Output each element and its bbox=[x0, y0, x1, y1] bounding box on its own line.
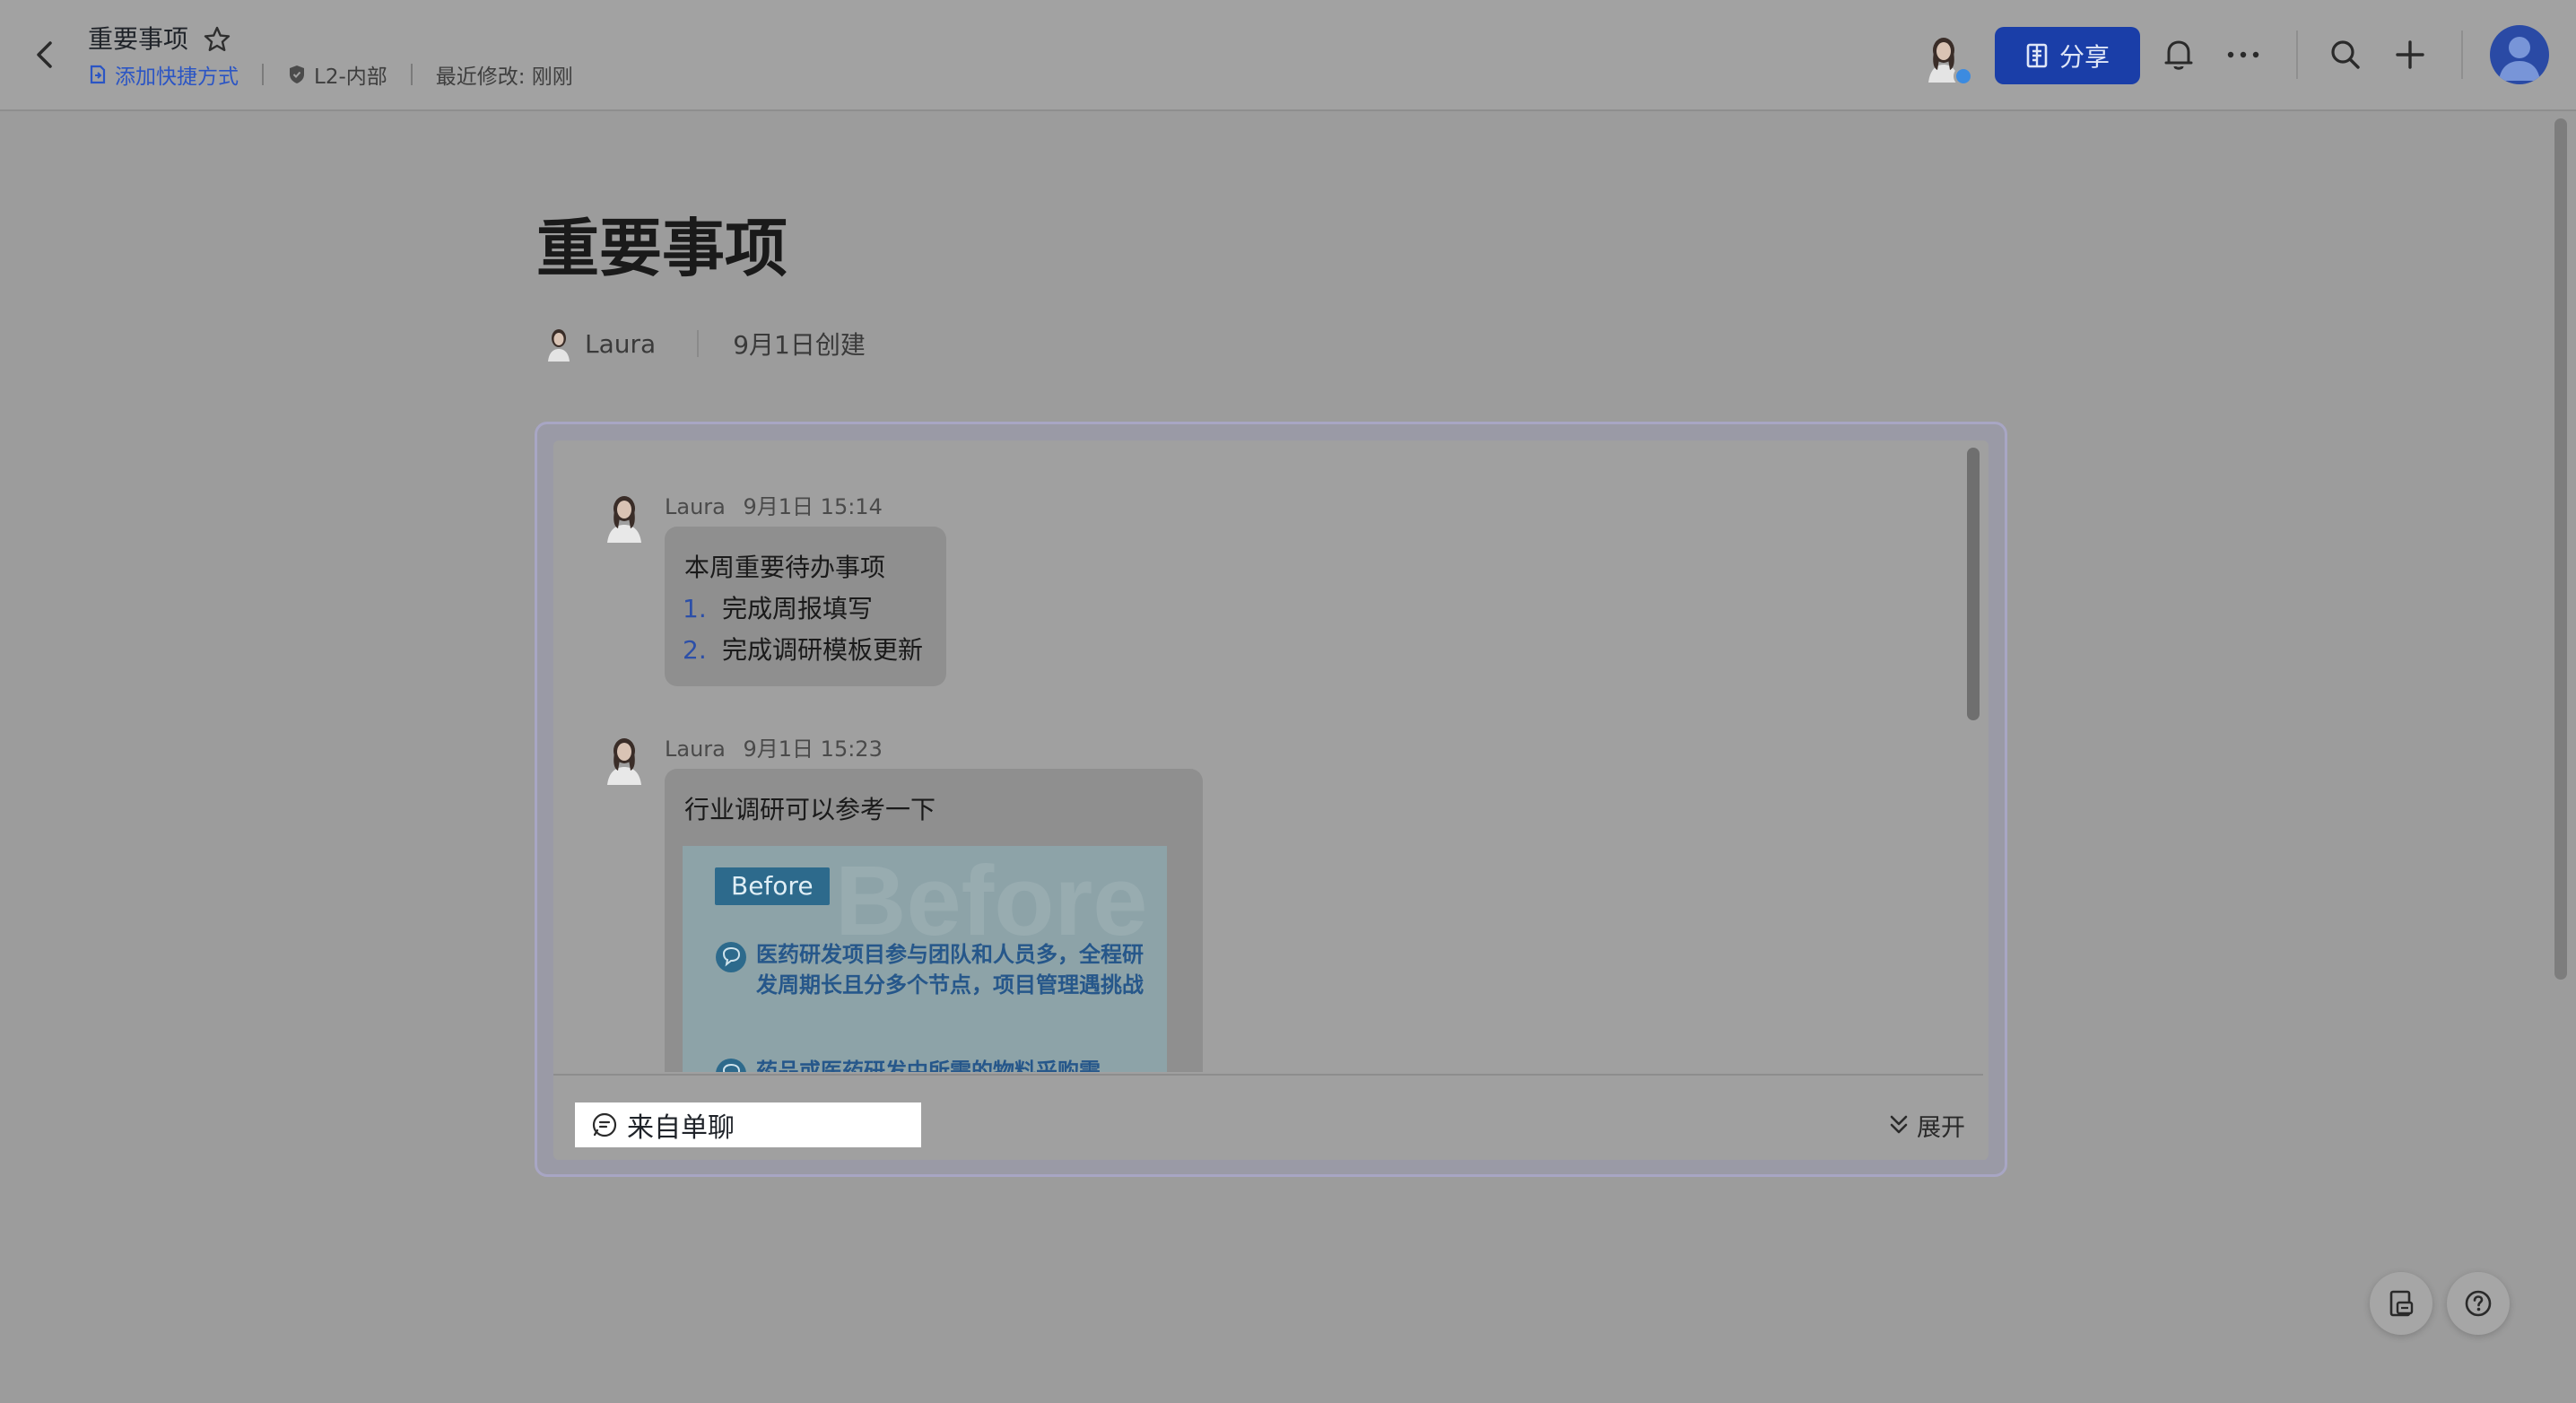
add-shortcut-link[interactable]: 添加快捷方式 bbox=[88, 59, 239, 90]
message-sender: Laura bbox=[665, 494, 726, 519]
chat-bubble-icon bbox=[716, 942, 746, 972]
list-number: 1. bbox=[683, 594, 707, 623]
user-profile-avatar[interactable] bbox=[2490, 25, 2549, 84]
add-button[interactable] bbox=[2389, 34, 2431, 75]
star-outline-icon bbox=[204, 26, 231, 51]
last-modified: 最近修改: 刚刚 bbox=[435, 65, 573, 89]
star-button[interactable] bbox=[203, 25, 231, 54]
share-label: 分享 bbox=[2058, 42, 2110, 72]
message-meta: Laura 9月1日 15:23 bbox=[665, 731, 883, 762]
security-level-label: L2-内部 bbox=[314, 65, 387, 89]
notifications-button[interactable] bbox=[2158, 34, 2199, 75]
before-tag: Before bbox=[715, 867, 830, 905]
author-name[interactable]: Laura bbox=[585, 329, 656, 359]
preview-item-text: 药品或医药研发中所需的物料采购需 bbox=[756, 1059, 1101, 1072]
sender-avatar[interactable] bbox=[600, 491, 648, 543]
chat-source-text: 来自单聊 bbox=[627, 1112, 735, 1144]
meta-divider bbox=[262, 64, 264, 85]
page-title: 重要事项 bbox=[536, 212, 788, 285]
meta-divider bbox=[410, 64, 413, 85]
back-button[interactable] bbox=[29, 36, 61, 74]
chat-record-content: Laura 9月1日 15:14 本周重要待办事项 1. 完成周报填写 2. 完成调… bbox=[553, 440, 1989, 1160]
message-text: 本周重要待办事项 bbox=[684, 553, 886, 582]
search-button[interactable] bbox=[2325, 34, 2366, 75]
security-level[interactable]: L2-内部 bbox=[287, 59, 387, 90]
message-bubble: 行业调研可以参考一下 Before Before 医药研发项目参与团队和人员多，… bbox=[665, 769, 1203, 1072]
chat-bubble-icon bbox=[592, 1112, 617, 1137]
author-avatar[interactable] bbox=[544, 326, 574, 362]
top-bar: 重要事项 添加快捷方式 L2-内部 最近修改: 刚刚 分享 bbox=[0, 0, 2576, 111]
double-chevron-down-icon bbox=[1890, 1115, 1908, 1134]
plus-icon bbox=[2396, 40, 2424, 69]
list-item: 2. 完成调研模板更新 bbox=[683, 631, 923, 667]
image-preview[interactable]: Before Before 医药研发项目参与团队和人员多，全程研发周期长且分多个… bbox=[683, 846, 1167, 1072]
online-status-dot bbox=[1954, 66, 1973, 86]
toolbar-divider bbox=[2461, 30, 2463, 79]
sender-avatar[interactable] bbox=[600, 733, 648, 785]
doc-meta-row: 添加快捷方式 L2-内部 最近修改: 刚刚 bbox=[88, 59, 573, 90]
more-dots-icon bbox=[2227, 51, 2259, 58]
message-time: 9月1日 15:14 bbox=[743, 494, 883, 519]
bell-icon bbox=[2164, 40, 2193, 70]
add-shortcut-label: 添加快捷方式 bbox=[115, 65, 239, 89]
expand-button[interactable]: 展开 bbox=[1888, 1104, 1965, 1146]
doc-outline-icon bbox=[2389, 1290, 2414, 1317]
chevron-left-icon bbox=[37, 41, 52, 68]
chat-scrollbar[interactable] bbox=[1967, 448, 1980, 720]
more-button[interactable] bbox=[2223, 34, 2264, 75]
author-row: Laura 9月1日创建 bbox=[544, 323, 866, 364]
search-icon bbox=[2331, 40, 2360, 69]
author-divider bbox=[697, 330, 700, 357]
page-scrollbar[interactable] bbox=[2554, 118, 2567, 980]
preview-item-text: 医药研发项目参与团队和人员多，全程研发周期长且分多个节点，项目管理遇挑战 bbox=[756, 942, 1144, 998]
shortcut-icon bbox=[90, 65, 106, 84]
message-bubble: 本周重要待办事项 1. 完成周报填写 2. 完成调研模板更新 bbox=[665, 527, 946, 686]
share-doc-icon bbox=[2026, 43, 2048, 68]
help-button[interactable] bbox=[2447, 1272, 2510, 1335]
chat-source-label[interactable]: 来自单聊 bbox=[575, 1102, 921, 1147]
user-avatar-icon bbox=[2499, 37, 2540, 81]
doc-outline-button[interactable] bbox=[2370, 1272, 2432, 1335]
card-divider bbox=[553, 1074, 1983, 1076]
toolbar-divider bbox=[2296, 30, 2298, 79]
chat-record-card: Laura 9月1日 15:14 本周重要待办事项 1. 完成周报填写 2. 完成调… bbox=[535, 422, 2007, 1177]
help-circle-icon bbox=[2465, 1290, 2492, 1317]
preview-item: 药品或医药研发中所需的物料采购需 bbox=[715, 1056, 1145, 1072]
list-number: 2. bbox=[683, 635, 707, 665]
message-sender: Laura bbox=[665, 736, 726, 762]
message-time: 9月1日 15:23 bbox=[743, 736, 883, 762]
share-button[interactable]: 分享 bbox=[1995, 27, 2140, 84]
preview-item: 医药研发项目参与团队和人员多，全程研发周期长且分多个节点，项目管理遇挑战 bbox=[715, 939, 1145, 1000]
message-text: 行业调研可以参考一下 bbox=[684, 795, 936, 824]
expand-label: 展开 bbox=[1917, 1113, 1965, 1142]
list-item-text: 完成周报填写 bbox=[722, 594, 874, 623]
shield-icon bbox=[290, 65, 304, 83]
chat-scroll-area[interactable]: Laura 9月1日 15:14 本周重要待办事项 1. 完成周报填写 2. 完成调… bbox=[553, 440, 1962, 1072]
list-item: 1. 完成周报填写 bbox=[683, 589, 873, 625]
created-date: 9月1日创建 bbox=[733, 330, 866, 360]
list-item-text: 完成调研模板更新 bbox=[722, 635, 924, 665]
message-meta: Laura 9月1日 15:14 bbox=[665, 489, 883, 520]
chat-bubble-icon bbox=[716, 1059, 746, 1072]
doc-title-small: 重要事项 bbox=[88, 24, 189, 54]
